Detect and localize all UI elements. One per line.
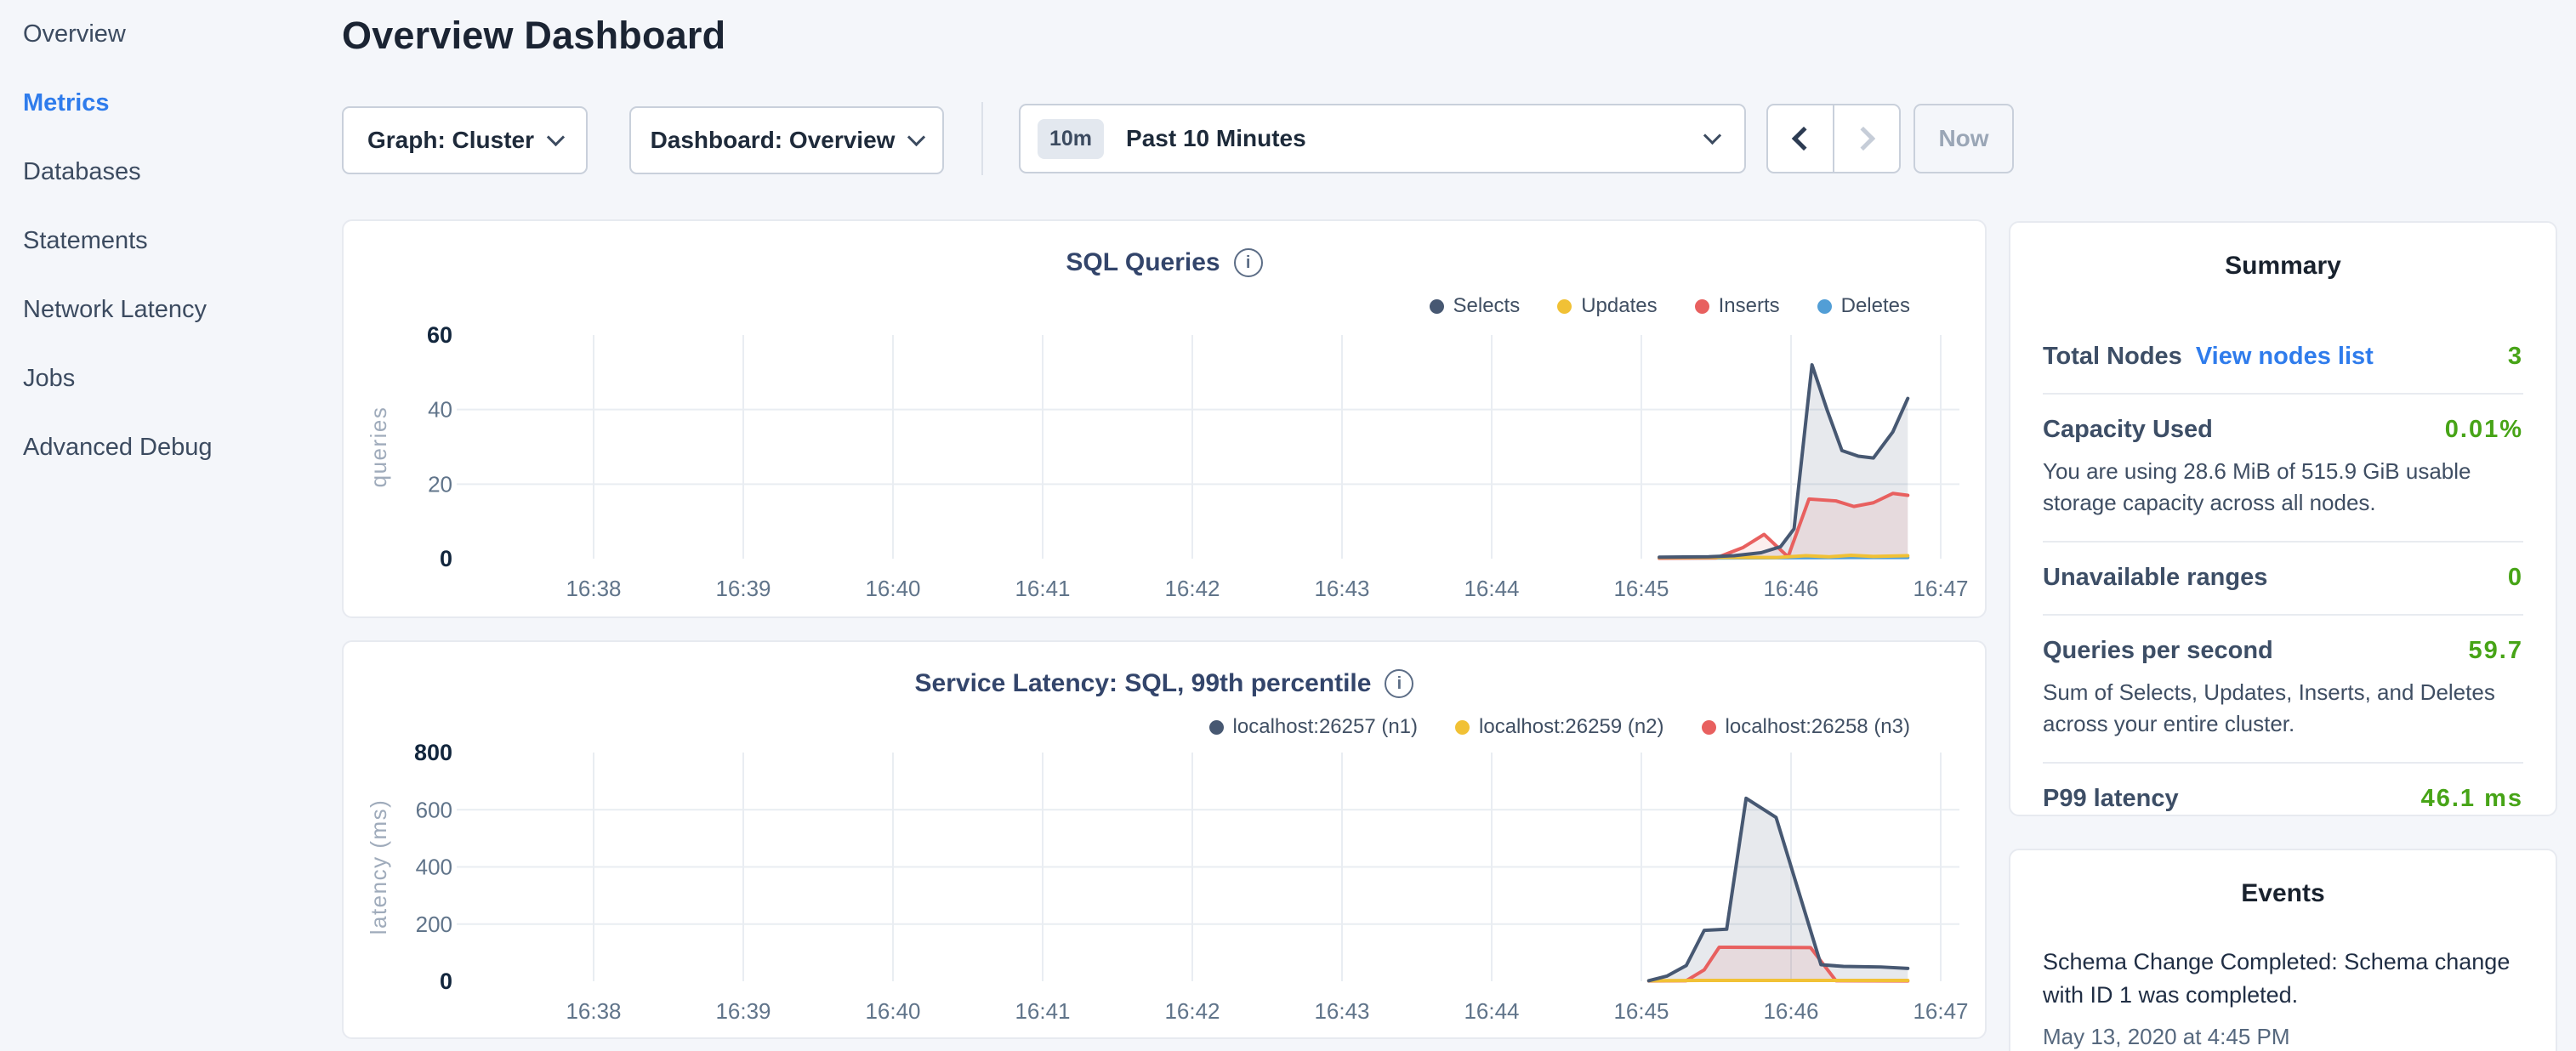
time-range-label: Past 10 Minutes	[1126, 125, 1306, 152]
svg-text:0: 0	[440, 546, 452, 571]
dashboard-dropdown[interactable]: Dashboard: Overview	[629, 106, 944, 174]
svg-text:40: 40	[428, 397, 452, 423]
summary-row-value: 59.7	[2469, 637, 2523, 665]
summary-row-label: Capacity Used	[2043, 416, 2213, 444]
svg-text:latency (ms): latency (ms)	[366, 799, 391, 935]
events-title: Events	[2043, 879, 2523, 908]
summary-row-label: P99 latency	[2043, 785, 2179, 813]
event-message[interactable]: Schema Change Completed: Schema change w…	[2043, 946, 2523, 1012]
sidebar-item-network-latency[interactable]: Network Latency	[23, 296, 340, 365]
summary-row-description: Sum of Selects, Updates, Inserts, and De…	[2043, 677, 2523, 740]
dashboard-dropdown-label: Dashboard: Overview	[651, 127, 896, 154]
service-latency-chart: 16:38 16:39 16:40 16:41 16:42 16:43 16:44 16:45…	[344, 642, 1985, 1037]
sidebar-item-statements[interactable]: Statements	[23, 227, 340, 296]
summary-row-label: Unavailable ranges	[2043, 564, 2267, 592]
summary-row-unavailable-ranges: Unavailable ranges 0	[2043, 541, 2523, 614]
summary-row-value: 0	[2508, 564, 2523, 592]
time-window-nav	[1766, 104, 1901, 173]
svg-text:16:38: 16:38	[566, 576, 621, 601]
chevron-down-icon	[1703, 127, 1721, 145]
time-range-badge: 10m	[1038, 119, 1104, 159]
sidebar-item-jobs[interactable]: Jobs	[23, 365, 340, 434]
svg-text:600: 600	[416, 797, 452, 822]
svg-text:16:46: 16:46	[1763, 576, 1818, 601]
sidebar-item-advanced-debug[interactable]: Advanced Debug	[23, 434, 340, 503]
toolbar-divider	[981, 102, 983, 175]
page-title: Overview Dashboard	[342, 14, 725, 58]
sidebar: Overview Metrics Databases Statements Ne…	[0, 0, 340, 503]
summary-row-label: Queries per second	[2043, 637, 2273, 665]
svg-text:400: 400	[416, 855, 452, 880]
time-prev-button[interactable]	[1768, 105, 1834, 172]
sidebar-item-metrics[interactable]: Metrics	[23, 89, 340, 158]
event-timestamp: May 13, 2020 at 4:45 PM	[2043, 1024, 2523, 1050]
svg-text:16:43: 16:43	[1314, 576, 1369, 601]
svg-text:60: 60	[427, 322, 452, 348]
svg-text:16:46: 16:46	[1763, 998, 1818, 1024]
summary-row-value: 0.01%	[2445, 416, 2523, 444]
svg-text:16:44: 16:44	[1464, 576, 1519, 601]
svg-text:16:42: 16:42	[1164, 998, 1220, 1024]
summary-panel: Summary Total Nodes View nodes list 3 Ca…	[2009, 221, 2557, 816]
summary-row-total-nodes: Total Nodes View nodes list 3	[2043, 321, 2523, 393]
svg-text:16:39: 16:39	[715, 998, 771, 1024]
svg-text:16:40: 16:40	[865, 576, 920, 601]
svg-text:16:41: 16:41	[1015, 576, 1070, 601]
svg-text:16:43: 16:43	[1314, 998, 1369, 1024]
svg-text:16:42: 16:42	[1164, 576, 1220, 601]
svg-text:16:38: 16:38	[566, 998, 621, 1024]
overview-dashboard-page: Overview Metrics Databases Statements Ne…	[0, 0, 2576, 1051]
summary-title: Summary	[2043, 252, 2523, 281]
svg-text:16:45: 16:45	[1613, 998, 1669, 1024]
summary-row-queries-per-second: Queries per second 59.7 Sum of Selects, …	[2043, 614, 2523, 762]
graph-scope-dropdown[interactable]: Graph: Cluster	[342, 106, 588, 174]
svg-text:16:41: 16:41	[1015, 998, 1070, 1024]
chevron-right-icon	[1851, 127, 1875, 151]
time-range-dropdown[interactable]: 10m Past 10 Minutes	[1019, 104, 1746, 173]
svg-text:16:47: 16:47	[1913, 576, 1968, 601]
view-nodes-list-link[interactable]: View nodes list	[2196, 343, 2374, 371]
now-button[interactable]: Now	[1914, 104, 2014, 173]
sql-queries-chart: 16:38 16:39 16:40 16:41 16:42 16:43 16:44 16:45…	[344, 221, 1985, 616]
chevron-down-icon	[907, 128, 925, 146]
summary-row-value: 46.1 ms	[2421, 785, 2523, 813]
sidebar-item-overview[interactable]: Overview	[23, 20, 340, 89]
graph-scope-dropdown-label: Graph: Cluster	[367, 127, 534, 154]
svg-text:16:44: 16:44	[1464, 998, 1519, 1024]
summary-row-value: 3	[2508, 343, 2523, 371]
svg-text:queries: queries	[366, 406, 391, 488]
svg-text:800: 800	[414, 740, 452, 765]
chevron-down-icon	[547, 128, 565, 146]
summary-row-capacity-used: Capacity Used 0.01% You are using 28.6 M…	[2043, 393, 2523, 541]
svg-text:16:40: 16:40	[865, 998, 920, 1024]
chevron-left-icon	[1792, 127, 1816, 151]
summary-row-p99-latency: P99 latency 46.1 ms	[2043, 762, 2523, 835]
svg-text:16:45: 16:45	[1613, 576, 1669, 601]
svg-text:20: 20	[428, 471, 452, 497]
service-latency-chart-card: Service Latency: SQL, 99th percentile i …	[342, 640, 1987, 1039]
svg-text:200: 200	[416, 912, 452, 937]
summary-row-label: Total Nodes	[2043, 343, 2182, 371]
svg-text:16:39: 16:39	[715, 576, 771, 601]
events-panel: Events Schema Change Completed: Schema c…	[2009, 849, 2557, 1051]
sql-queries-chart-card: SQL Queries i SelectsUpdatesInsertsDelet…	[342, 219, 1987, 618]
sidebar-item-databases[interactable]: Databases	[23, 158, 340, 227]
svg-text:16:47: 16:47	[1913, 998, 1968, 1024]
svg-text:0: 0	[440, 969, 452, 994]
time-next-button[interactable]	[1834, 105, 1899, 172]
summary-row-description: You are using 28.6 MiB of 515.9 GiB usab…	[2043, 456, 2523, 519]
